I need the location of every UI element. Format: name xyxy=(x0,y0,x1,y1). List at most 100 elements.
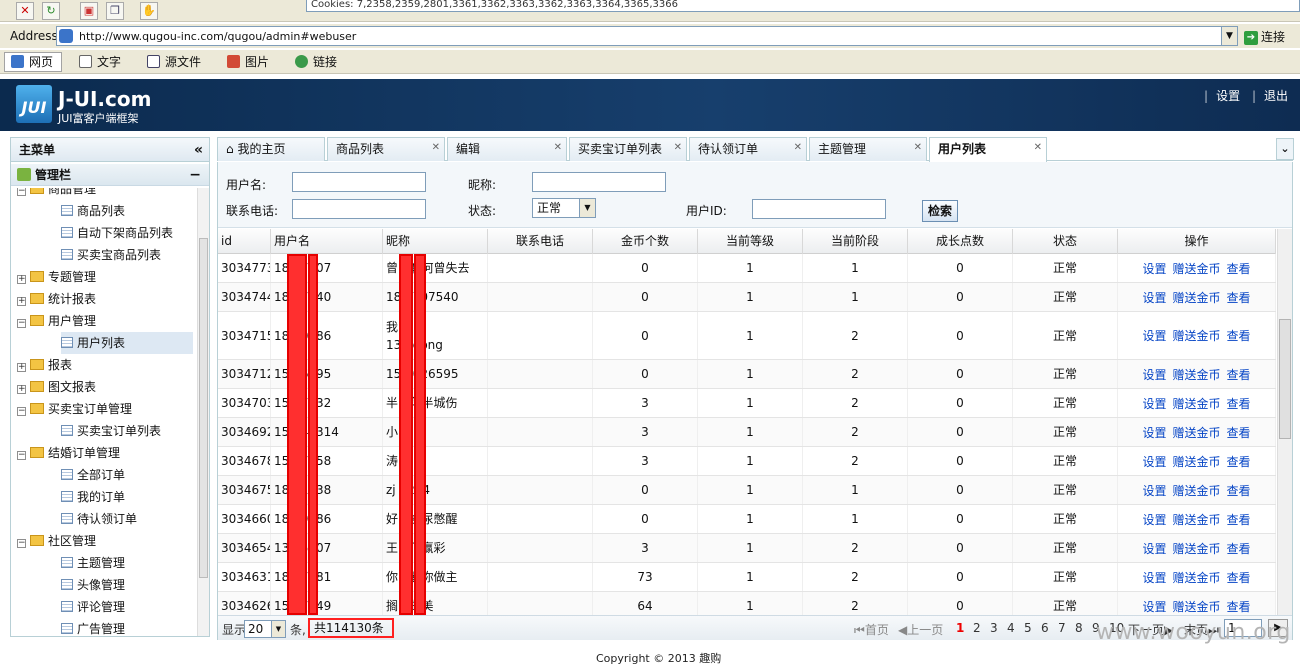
table-row[interactable]: 303462615 7149搁 的美64120正常设置赠送金币查看 xyxy=(218,592,1276,615)
view-link[interactable]: 查看 xyxy=(1227,395,1251,412)
tree-collapse-icon[interactable]: − xyxy=(17,407,26,416)
gift-coins-link[interactable]: 赠送金币 xyxy=(1172,327,1220,344)
tree-expand-icon[interactable]: + xyxy=(17,297,26,306)
tree-item[interactable]: − 商品管理 xyxy=(17,188,193,200)
username-input[interactable] xyxy=(292,172,426,192)
view-link[interactable]: 查看 xyxy=(1227,260,1251,277)
tab-item[interactable]: 主题管理 ✕ xyxy=(809,137,927,161)
gift-coins-link[interactable]: 赠送金币 xyxy=(1172,569,1220,586)
gift-coins-link[interactable]: 赠送金币 xyxy=(1172,424,1220,441)
gift-coins-link[interactable]: 赠送金币 xyxy=(1172,482,1220,499)
settings-link[interactable]: 设置 xyxy=(1142,569,1166,586)
view-tab-webpage[interactable]: 网页 xyxy=(4,52,63,72)
table-row[interactable]: 303466018 9686好 被尿憋醒0110正常设置赠送金币查看 xyxy=(218,505,1276,534)
search-button[interactable]: 检索 xyxy=(922,200,958,222)
column-header[interactable]: 联系电话 xyxy=(488,229,593,254)
tab-more-icon[interactable]: ⌄ xyxy=(1276,138,1294,160)
close-icon[interactable]: ✕ xyxy=(794,136,802,159)
refresh-icon[interactable]: ↻ xyxy=(42,2,60,20)
page-link[interactable]: 3 xyxy=(990,621,998,635)
close-icon[interactable]: ✕ xyxy=(1034,136,1042,159)
table-row[interactable]: 303467518 1438zj 2040110正常设置赠送金币查看 xyxy=(218,476,1276,505)
close-icon[interactable]: ✕ xyxy=(432,136,440,159)
page-link[interactable]: 8 xyxy=(1075,621,1083,635)
view-link[interactable]: 查看 xyxy=(1227,289,1251,306)
gift-coins-link[interactable]: 赠送金币 xyxy=(1172,598,1220,615)
view-link[interactable]: 查看 xyxy=(1227,453,1251,470)
go-button[interactable]: ➔ 连接 xyxy=(1244,28,1285,45)
tree-item[interactable]: 待认领订单 xyxy=(61,508,193,530)
view-link[interactable]: 查看 xyxy=(1227,569,1251,586)
view-link[interactable]: 查看 xyxy=(1227,366,1251,383)
address-input[interactable]: http://www.qugou-inc.com/qugou/admin#web… xyxy=(56,26,1238,46)
table-row[interactable]: 303463118 7881你 春你做主73120正常设置赠送金币查看 xyxy=(218,563,1276,592)
gift-coins-link[interactable]: 赠送金币 xyxy=(1172,395,1220,412)
settings-link[interactable]: 设置 xyxy=(1142,366,1166,383)
settings-link[interactable]: 设置 xyxy=(1142,395,1166,412)
tree-item[interactable]: 用户列表 xyxy=(61,332,193,354)
settings-link[interactable]: 设置 xyxy=(1142,327,1166,344)
tree-item[interactable]: 买卖宝商品列表 xyxy=(61,244,193,266)
tree-item[interactable]: − 用户管理 xyxy=(17,310,193,332)
tree-item[interactable]: + 图文报表 xyxy=(17,376,193,398)
section-toggle-icon[interactable]: − xyxy=(189,164,201,186)
tree-item[interactable]: 我的订单 xyxy=(61,486,193,508)
settings-link[interactable]: 设置 xyxy=(1142,424,1166,441)
settings-link[interactable]: 设置 xyxy=(1216,89,1240,103)
tree-item[interactable]: 商品列表 xyxy=(61,200,193,222)
first-page-link[interactable]: ⏮首页 xyxy=(854,621,889,638)
tree-item[interactable]: 全部订单 xyxy=(61,464,193,486)
prev-page-link[interactable]: ◀上一页 xyxy=(898,621,943,638)
settings-link[interactable]: 设置 xyxy=(1142,260,1166,277)
table-row[interactable]: 303474418 754018 7075400110正常设置赠送金币查看 xyxy=(218,283,1276,312)
settings-link[interactable]: 设置 xyxy=(1142,540,1166,557)
toolbar-page-icon[interactable]: ▣ xyxy=(80,2,98,20)
page-link[interactable]: 7 xyxy=(1058,621,1066,635)
column-header[interactable]: 用户名 xyxy=(271,229,383,254)
column-header[interactable]: 金币个数 xyxy=(593,229,698,254)
address-dropdown-icon[interactable]: ▼ xyxy=(1221,27,1237,45)
page-link[interactable]: 5 xyxy=(1024,621,1032,635)
settings-link[interactable]: 设置 xyxy=(1142,289,1166,306)
tab-item[interactable]: 编辑 ✕ xyxy=(447,137,567,161)
view-link[interactable]: 查看 xyxy=(1227,598,1251,615)
sidebar-scroll-thumb[interactable] xyxy=(199,238,208,578)
tree-item[interactable]: − 社区管理 xyxy=(17,530,193,552)
tab-home[interactable]: ⌂ 我的主页 xyxy=(217,137,325,161)
nickname-input[interactable] xyxy=(532,172,666,192)
tree-item[interactable]: 头像管理 xyxy=(61,574,193,596)
table-row[interactable]: 303465413 5007王 下赢彩3120正常设置赠送金币查看 xyxy=(218,534,1276,563)
settings-link[interactable]: 设置 xyxy=(1142,453,1166,470)
gift-coins-link[interactable]: 赠送金币 xyxy=(1172,511,1220,528)
hand-icon[interactable]: ✋ xyxy=(140,2,158,20)
sidebar-scrollbar[interactable] xyxy=(197,188,209,636)
sidebar-section-header[interactable]: 管理栏 − xyxy=(11,164,209,186)
gift-coins-link[interactable]: 赠送金币 xyxy=(1172,453,1220,470)
settings-link[interactable]: 设置 xyxy=(1142,598,1166,615)
tree-expand-icon[interactable]: + xyxy=(17,363,26,372)
tree-item[interactable]: 广告管理 xyxy=(61,618,193,636)
gift-coins-link[interactable]: 赠送金币 xyxy=(1172,260,1220,277)
view-tab-links[interactable]: 链接 xyxy=(288,52,346,72)
column-header[interactable]: 状态 xyxy=(1013,229,1118,254)
tree-expand-icon[interactable]: + xyxy=(17,275,26,284)
tab-item[interactable]: 商品列表 ✕ xyxy=(327,137,445,161)
tab-item[interactable]: 买卖宝订单列表 ✕ xyxy=(569,137,687,161)
view-tab-images[interactable]: 图片 xyxy=(220,52,278,72)
view-link[interactable]: 查看 xyxy=(1227,482,1251,499)
page-link[interactable]: 2 xyxy=(973,621,981,635)
gift-coins-link[interactable]: 赠送金币 xyxy=(1172,366,1220,383)
view-link[interactable]: 查看 xyxy=(1227,540,1251,557)
table-row[interactable]: 303470315 7332半 华半城伤3120正常设置赠送金币查看 xyxy=(218,389,1276,418)
tree-item[interactable]: 自动下架商品列表 xyxy=(61,222,193,244)
page-size-select[interactable]: 20 ▼ xyxy=(244,620,286,638)
phone-input[interactable] xyxy=(292,199,426,219)
stop-icon[interactable]: ✕ xyxy=(16,2,34,20)
view-link[interactable]: 查看 xyxy=(1227,424,1251,441)
column-header[interactable]: 昵称 xyxy=(383,229,488,254)
logout-link[interactable]: 退出 xyxy=(1264,89,1288,103)
table-row[interactable]: 3034692 15 41314 小 3 1 2 0 正常 设置 赠送金币 查看 xyxy=(218,418,1276,447)
table-row[interactable]: 303467815 7758涛3120正常设置赠送金币查看 xyxy=(218,447,1276,476)
settings-link[interactable]: 设置 xyxy=(1142,482,1166,499)
table-row[interactable]: 303471518 0286我 13 gong0120正常设置赠送金币查看 xyxy=(218,312,1276,360)
